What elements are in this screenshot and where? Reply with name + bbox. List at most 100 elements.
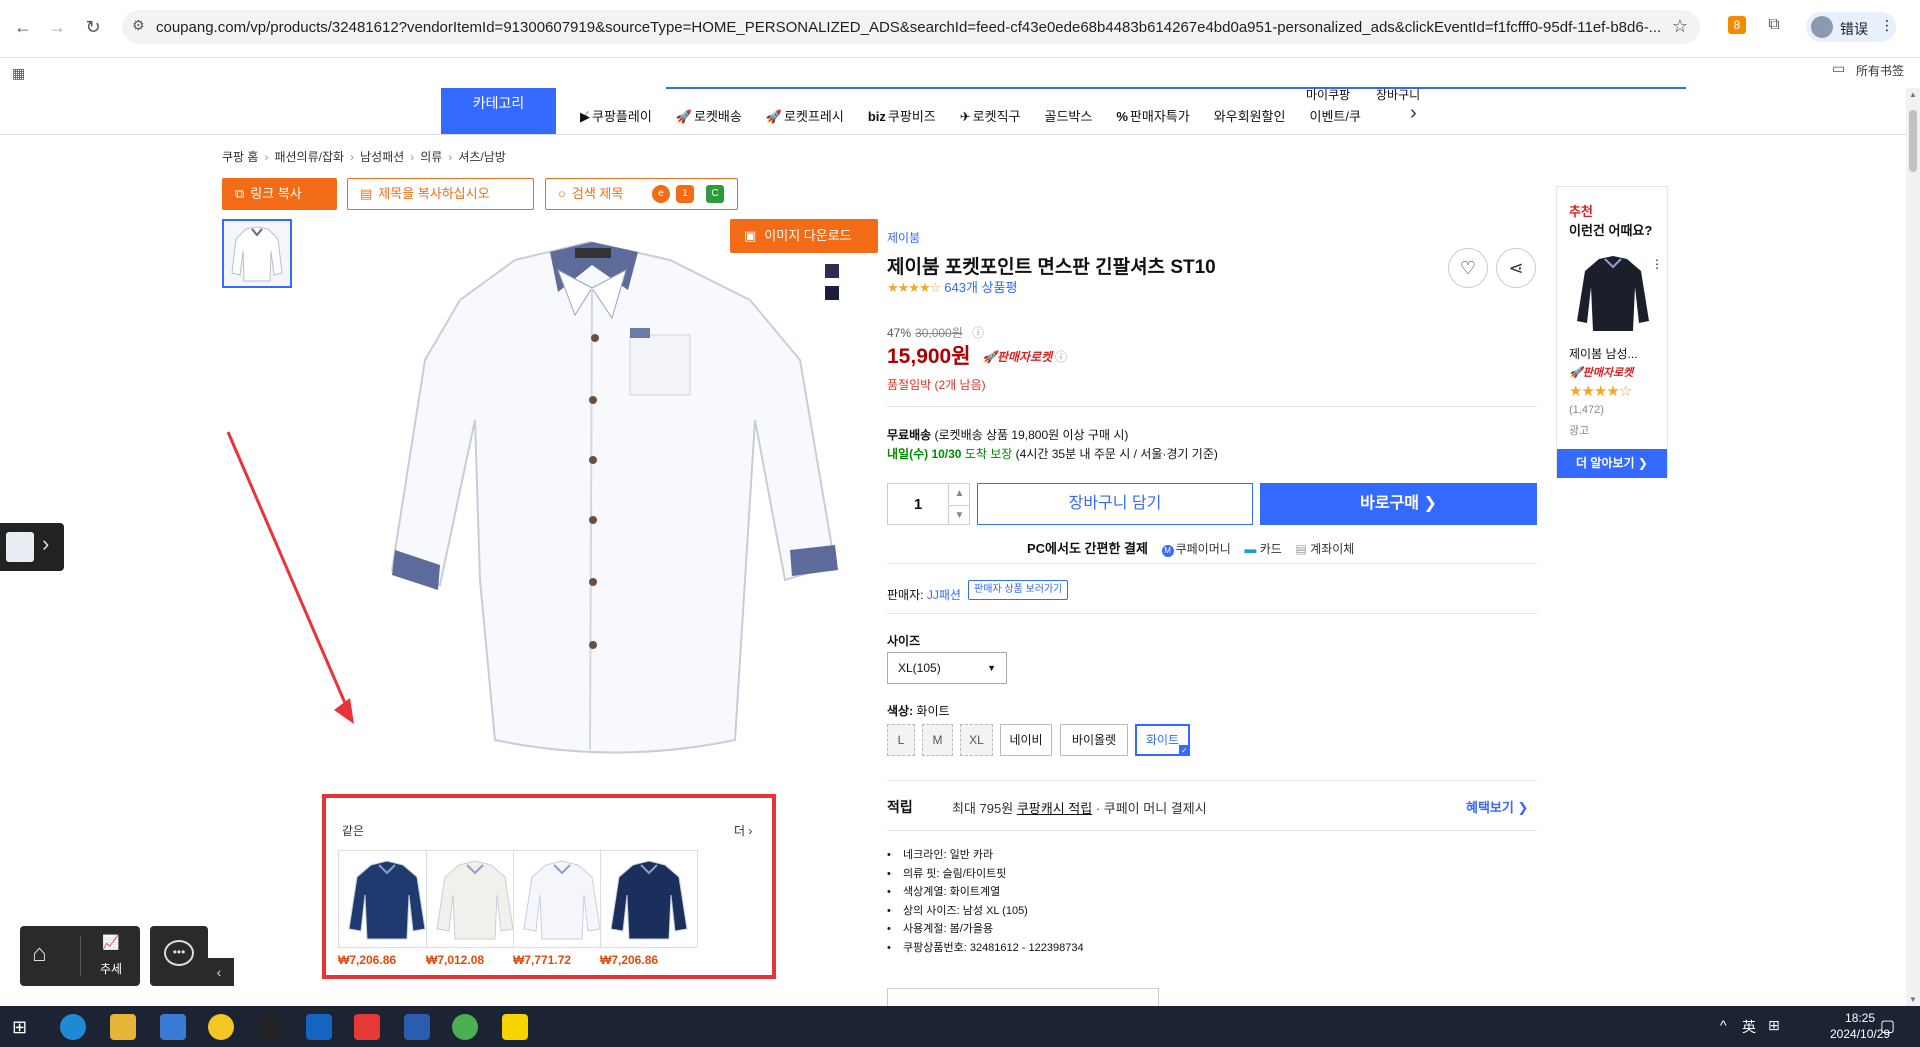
reco-product-name[interactable]: 제이봄 남성...: [1569, 345, 1638, 362]
store-icon[interactable]: [160, 1014, 186, 1040]
page-scrollbar[interactable]: ▲ ▼: [1906, 88, 1920, 1006]
nav-next-icon[interactable]: ›: [1410, 102, 1417, 125]
url-text[interactable]: coupang.com/vp/products/32481612?vendorI…: [156, 19, 1676, 36]
info-icon[interactable]: ⓘ: [972, 326, 984, 340]
nav-item[interactable]: 골드박스: [1045, 106, 1093, 125]
bookmark-star-icon[interactable]: ☆: [1672, 16, 1688, 37]
review-count[interactable]: 643개 상품평: [944, 280, 1017, 295]
learn-more-button[interactable]: 더 알아보기 ❯: [1557, 449, 1667, 478]
chevron-up-icon[interactable]: ▲: [948, 484, 970, 504]
option-m[interactable]: M: [922, 724, 953, 756]
reco-product-image[interactable]: [1571, 251, 1655, 335]
heart-icon[interactable]: ♡: [1448, 248, 1488, 288]
nav-item[interactable]: 🚀 로켓배송: [676, 106, 742, 125]
breadcrumb-item[interactable]: 의류: [420, 150, 442, 164]
nav-item[interactable]: 와우회원할인: [1214, 106, 1286, 125]
rating[interactable]: ★★★★☆ 643개 상품평: [887, 277, 1017, 296]
profile-button[interactable]: 错误 ⋮: [1806, 12, 1896, 42]
menu-dots-icon[interactable]: ⋮: [1880, 17, 1894, 34]
quantity-stepper[interactable]: 1 ▲ ▼: [887, 483, 970, 525]
trend-label[interactable]: 추세: [100, 960, 122, 977]
notification-icon[interactable]: ▢: [1880, 1016, 1895, 1036]
nav-item[interactable]: % 판매자특가: [1116, 106, 1189, 125]
layers-icon[interactable]: ⌂: [32, 940, 47, 968]
color-swatch-navy[interactable]: [825, 264, 839, 278]
wps-icon[interactable]: [354, 1014, 380, 1040]
breadcrumb-item[interactable]: 쿠팡 홈: [222, 150, 258, 164]
size-select[interactable]: XL(105) ▼: [887, 652, 1007, 684]
similar-product-card[interactable]: [338, 850, 436, 948]
nav-item[interactable]: ▶ 쿠팡플레이: [580, 106, 652, 125]
nav-item[interactable]: 🚀 로켓프레시: [766, 106, 844, 125]
similar-product-card[interactable]: [426, 850, 524, 948]
share-icon[interactable]: ⋖: [1496, 248, 1536, 288]
breadcrumb-item[interactable]: 패션의류/잡화: [274, 150, 344, 164]
forward-icon[interactable]: →: [44, 14, 70, 40]
my-coupang-link[interactable]: 마이쿠팡: [1306, 86, 1350, 103]
app-blue-icon[interactable]: [306, 1014, 332, 1040]
extensions-puzzle-icon[interactable]: ⧉: [1765, 16, 1783, 34]
reload-icon[interactable]: ↻: [80, 14, 106, 40]
edge-icon[interactable]: [60, 1014, 86, 1040]
windows-start-icon[interactable]: ⊞: [12, 1014, 38, 1040]
all-bookmarks-label[interactable]: 所有书签: [1856, 62, 1904, 79]
similar-product-card[interactable]: [600, 850, 698, 948]
apps-grid-icon[interactable]: ▦: [12, 65, 25, 82]
benefit-link[interactable]: 혜택보기 ❯: [1466, 797, 1528, 816]
option-white[interactable]: 화이트 ✓: [1135, 724, 1190, 756]
chevron-down-icon[interactable]: ▼: [948, 505, 970, 525]
file-explorer-icon[interactable]: [110, 1014, 136, 1040]
panda-app-icon[interactable]: [404, 1014, 430, 1040]
category-button[interactable]: 카테고리: [441, 88, 556, 134]
info-icon[interactable]: ⓘ: [1055, 348, 1067, 365]
cart-link[interactable]: 장바구니: [1376, 86, 1420, 103]
product-main-image[interactable]: [380, 220, 850, 780]
similar-more-link[interactable]: 더 ›: [734, 822, 752, 839]
breadcrumb-item[interactable]: 셔츠/남방: [458, 150, 506, 164]
back-icon[interactable]: ←: [10, 14, 36, 40]
seller-name-link[interactable]: JJ패션: [927, 588, 961, 602]
chrome-icon[interactable]: [452, 1014, 478, 1040]
site-a-icon[interactable]: e: [652, 185, 670, 203]
option-xl[interactable]: XL: [960, 724, 993, 756]
input-lang[interactable]: 英: [1742, 1017, 1756, 1037]
kakaotalk-icon[interactable]: [502, 1014, 528, 1040]
qq-icon[interactable]: [258, 1014, 284, 1040]
scrollbar-thumb[interactable]: [1909, 110, 1917, 172]
ime-grid-icon[interactable]: ⊞: [1768, 1017, 1780, 1034]
tray-up-icon[interactable]: ^: [1720, 1017, 1727, 1033]
quantity-value[interactable]: 1: [888, 496, 948, 513]
copy-link-button[interactable]: ⧉ 링크 복사: [222, 178, 337, 210]
address-bar[interactable]: ⚙ coupang.com/vp/products/32481612?vendo…: [122, 10, 1700, 44]
search-title-button[interactable]: ○ 검색 제목 e 1 C: [545, 178, 738, 210]
nav-item[interactable]: ✈ 로켓직구: [960, 106, 1021, 125]
add-to-cart-button[interactable]: 장바구니 담기: [977, 483, 1253, 525]
color-swatch-dark[interactable]: [825, 286, 839, 300]
seller-products-button[interactable]: 판매자 상품 보러가기: [968, 580, 1069, 600]
extension-badge-icon[interactable]: 8: [1728, 16, 1746, 34]
site-c-icon[interactable]: C: [706, 185, 724, 203]
coupang-cash-link[interactable]: 쿠팡캐시 적립: [1017, 801, 1092, 816]
scroll-up-icon[interactable]: ▲: [1909, 90, 1917, 99]
app-yellow-icon[interactable]: [208, 1014, 234, 1040]
option-navy[interactable]: 네이비: [1000, 724, 1052, 756]
collapse-chevron-icon[interactable]: ‹: [204, 958, 234, 986]
chat-button[interactable]: •••: [150, 926, 208, 986]
nav-item[interactable]: biz 쿠팡비즈: [868, 106, 936, 125]
breadcrumb-item[interactable]: 남성패션: [360, 150, 404, 164]
trend-chart-icon[interactable]: 📈: [102, 934, 119, 951]
site-b-icon[interactable]: 1: [676, 185, 694, 203]
image-download-button[interactable]: ▣ 이미지 다운로드: [730, 219, 878, 253]
similar-product-card[interactable]: [513, 850, 611, 948]
buy-now-button[interactable]: 바로구매 ❯: [1260, 483, 1537, 525]
product-thumbnail[interactable]: [222, 219, 292, 288]
copy-title-button[interactable]: ▤ 제목을 복사하십시오: [347, 178, 534, 210]
brand-link[interactable]: 제이붐: [887, 229, 920, 246]
scroll-down-icon[interactable]: ▼: [1909, 995, 1917, 1004]
floating-history-tab[interactable]: ›: [0, 523, 64, 571]
nav-item[interactable]: 이벤트/쿠: [1309, 106, 1360, 125]
site-info-icon[interactable]: ⚙: [132, 17, 145, 34]
color-selected-value: 화이트: [916, 704, 950, 718]
option-l[interactable]: L: [887, 724, 915, 756]
option-violet[interactable]: 바이올렛: [1060, 724, 1128, 756]
